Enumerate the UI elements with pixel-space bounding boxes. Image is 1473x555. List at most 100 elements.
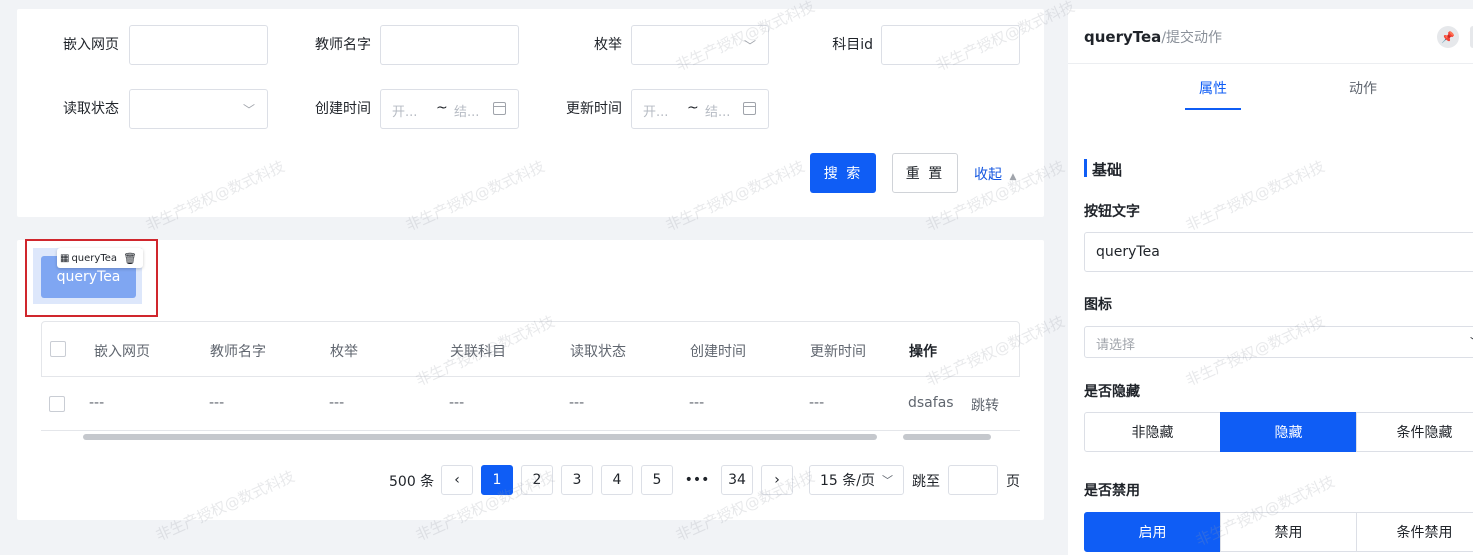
caret-up-icon: ▲ [1009,172,1017,182]
range-end-placeholder: 结... [705,105,731,120]
button-text-label: 按钮文字 [1084,204,1140,220]
active-tab-indicator [1185,108,1241,110]
hidden-label: 是否隐藏 [1084,384,1140,400]
row-checkbox[interactable] [49,396,65,412]
trash-icon[interactable]: 🗑 [123,252,137,265]
table-cell: --- [689,395,705,411]
chevron-left-icon: ‹ [454,472,460,488]
selected-component-outline: queryTea ▦ queryTea 🗑 [25,239,158,317]
panel-title-name: queryTea [1084,28,1162,46]
prev-page-button[interactable]: ‹ [441,465,473,495]
section-title: 基础 [1092,161,1123,179]
column-header: 更新时间 [810,344,866,360]
disabled-label: 是否禁用 [1084,483,1140,499]
pin-icon[interactable]: 📌 [1437,26,1459,48]
column-header: 嵌入网页 [94,344,150,360]
page-suffix: 页 [1006,474,1020,490]
icon-select-placeholder: 请选择 [1096,338,1136,353]
column-header: 枚举 [330,344,358,360]
disabled-segmented-control: 启用 禁用 条件禁用 [1084,512,1473,552]
panel-header-divider [1068,63,1473,64]
range-separator: ~ [687,100,699,116]
field-label-read-status: 读取状态 [63,101,119,117]
row-action-dsafas[interactable]: dsafas [908,395,954,411]
hidden-option-visible[interactable]: 非隐藏 [1084,412,1221,452]
disabled-option-enabled[interactable]: 启用 [1084,512,1221,552]
disabled-option-conditional[interactable]: 条件禁用 [1356,512,1473,552]
page-button-2[interactable]: 2 [521,465,553,495]
table-card: queryTea ▦ queryTea 🗑 嵌入网页 教师名字 枚举 关联科目 … [17,239,1044,520]
range-start-placeholder: 开... [392,105,418,120]
tab-properties[interactable]: 属性 [1199,78,1227,98]
row-action-jump[interactable]: 跳转 [971,395,999,415]
page-button-3[interactable]: 3 [561,465,593,495]
updated-time-range[interactable]: 开... ~ 结... [631,89,769,129]
page-ellipsis[interactable]: ••• [681,465,713,495]
icon-label: 图标 [1084,297,1112,313]
table-cell: --- [809,395,825,411]
search-form-card: 嵌入网页 教师名字 枚举 ﹀ 科目id 读取状态 ﹀ 创建时间 开... ~ 结… [17,9,1044,217]
page-button-1[interactable]: 1 [481,465,513,495]
next-page-button[interactable]: › [761,465,793,495]
select-all-checkbox[interactable] [50,341,66,357]
section-marker [1084,159,1087,177]
column-header: 创建时间 [690,344,746,360]
chevron-down-icon: ﹀ [743,39,756,53]
range-end-placeholder: 结... [454,105,480,120]
collapse-link[interactable]: 收起 ▲ [974,164,1016,184]
enum-select[interactable]: ﹀ [631,25,769,65]
calendar-icon [743,102,756,115]
table-cell: --- [209,395,225,411]
teacher-name-input[interactable] [380,25,519,65]
page-button-34[interactable]: 34 [721,465,753,495]
drag-handle-icon[interactable]: ▦ [60,253,69,264]
jump-label: 跳至 [912,474,940,490]
icon-select[interactable]: 请选择 ﹀ [1084,326,1473,358]
property-panel: queryTea/提交动作 📌 属性 动作 基础 按钮文字 queryTea 图… [1068,9,1473,555]
column-header: 关联科目 [450,344,506,360]
component-toolbar-label: queryTea [71,252,118,264]
embed-page-input[interactable] [129,25,268,65]
field-label-embed-page: 嵌入网页 [63,37,119,53]
collapse-link-label: 收起 [974,167,1002,183]
created-time-range[interactable]: 开... ~ 结... [380,89,519,129]
range-start-placeholder: 开... [643,105,669,120]
column-header: 教师名字 [210,344,266,360]
tab-actions[interactable]: 动作 [1349,78,1377,98]
horizontal-scrollbar-thumb[interactable] [83,434,877,440]
range-separator: ~ [436,100,448,116]
chevron-down-icon: ﹀ [882,474,893,487]
button-text-input[interactable]: queryTea [1084,232,1473,272]
component-toolbar: ▦ queryTea 🗑 [57,248,143,268]
chevron-down-icon: ﹀ [242,103,255,117]
table-cell: --- [89,395,105,411]
table-cell: --- [329,395,345,411]
search-button[interactable]: 搜 索 [810,153,876,193]
page-button-5[interactable]: 5 [641,465,673,495]
hidden-segmented-control: 非隐藏 隐藏 条件隐藏 [1084,412,1473,452]
row-divider [41,430,1020,431]
table-cell: --- [449,395,465,411]
hidden-option-conditional[interactable]: 条件隐藏 [1356,412,1473,452]
table-cell: --- [569,395,585,411]
page-size-select[interactable]: 15 条/页 ﹀ [809,465,904,495]
field-label-created-time: 创建时间 [315,101,371,117]
subject-id-input[interactable] [881,25,1020,65]
field-label-subject-id: 科目id [832,37,873,53]
reset-button[interactable]: 重 置 [892,153,958,193]
calendar-icon [493,102,506,115]
read-status-select[interactable]: ﹀ [129,89,268,129]
table-header: 嵌入网页 教师名字 枚举 关联科目 读取状态 创建时间 更新时间 操作 [41,321,1020,377]
panel-title-subtitle: /提交动作 [1161,30,1223,46]
column-header-actions: 操作 [909,344,937,360]
page-button-4[interactable]: 4 [601,465,633,495]
disabled-option-disabled[interactable]: 禁用 [1220,512,1357,552]
hidden-option-hidden[interactable]: 隐藏 [1220,412,1357,452]
chevron-right-icon: › [774,472,780,488]
horizontal-scrollbar-thumb[interactable] [903,434,991,440]
panel-title: queryTea/提交动作 [1084,27,1222,47]
page-size-value: 15 条/页 [820,473,875,489]
jump-page-input[interactable] [948,465,998,495]
field-label-updated-time: 更新时间 [566,101,622,117]
pagination-total: 500 条 [389,474,435,490]
